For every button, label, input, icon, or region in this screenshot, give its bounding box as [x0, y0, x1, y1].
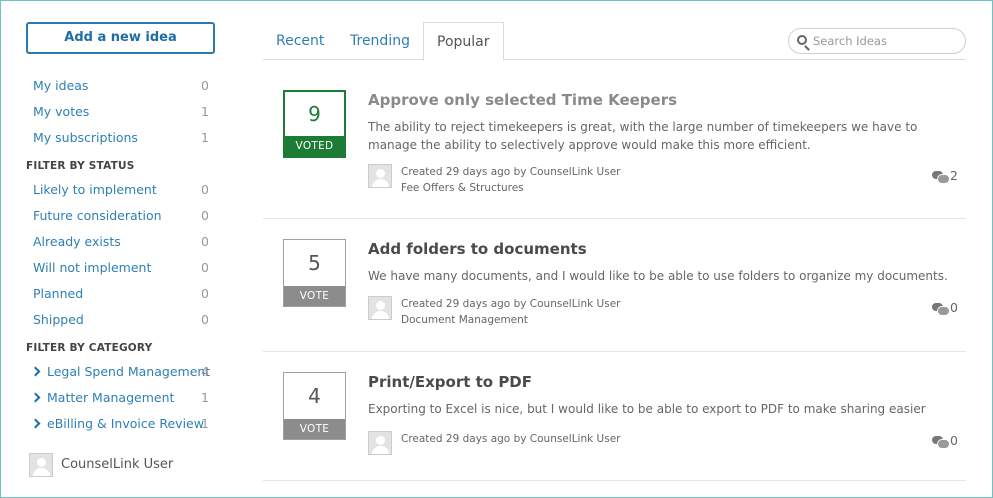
idea-created: Created 29 days ago by CounselLink User [401, 166, 621, 178]
idea-meta-text: Created 29 days ago by CounselLink User … [401, 296, 620, 328]
user-name: CounselLink User [61, 456, 174, 472]
status-label: Will not implement [33, 260, 152, 275]
idea-title[interactable]: Add folders to documents [368, 240, 587, 258]
idea-category[interactable]: Document Management [401, 312, 620, 328]
idea-description: We have many documents, and I would like… [368, 269, 948, 283]
vote-count: 5 [308, 251, 321, 275]
sidebar-item-label: My votes [33, 104, 90, 119]
idea-title[interactable]: Print/Export to PDF [368, 373, 532, 391]
category-count: 4 [201, 364, 209, 379]
idea-description: The ability to reject timekeepers is gre… [368, 120, 918, 152]
status-future-consideration[interactable]: Future consideration 0 [26, 203, 216, 229]
idea-meta-text: Created 29 days ago by CounselLink User [401, 431, 620, 447]
category-label: Matter Management [47, 390, 175, 405]
current-user[interactable]: CounselLink User [29, 452, 174, 477]
sidebar-item-label: My subscriptions [33, 130, 138, 145]
idea-meta-text: Created 29 days ago by CounselLink User … [401, 164, 620, 196]
status-label: Shipped [33, 312, 84, 327]
idea-item: 4 VOTE Print/Export to PDF Exporting to … [263, 352, 966, 481]
status-count: 0 [201, 260, 209, 275]
chevron-right-icon [30, 418, 41, 429]
category-label: Legal Spend Management [47, 364, 211, 379]
status-filters: Likely to implement 0 Future considerati… [26, 177, 216, 333]
comment-count-value: 2 [950, 168, 958, 183]
idea-created: Created 29 days ago by CounselLink User [401, 298, 621, 310]
vote-button[interactable]: 4 VOTE [283, 372, 346, 440]
sidebar-item-count: 0 [201, 78, 209, 93]
idea-item: 9 VOTED Approve only selected Time Keepe… [263, 60, 966, 219]
idea-category[interactable]: Fee Offers & Structures [401, 180, 620, 196]
status-count: 0 [201, 208, 209, 223]
status-count: 0 [201, 312, 209, 327]
comment-count-value: 0 [950, 433, 958, 448]
status-label: Planned [33, 286, 84, 301]
category-count: 1 [201, 390, 209, 405]
comment-count[interactable]: 0 [932, 300, 958, 316]
search-input[interactable] [813, 32, 959, 50]
chevron-right-icon [30, 392, 41, 403]
status-label: Likely to implement [33, 182, 157, 197]
comments-icon [932, 302, 951, 316]
tab-popular[interactable]: Popular [423, 22, 504, 61]
sidebar-item-my-ideas[interactable]: My ideas 0 [26, 73, 216, 99]
avatar [368, 431, 392, 455]
idea-title[interactable]: Approve only selected Time Keepers [368, 91, 677, 109]
status-count: 0 [201, 234, 209, 249]
comment-count[interactable]: 0 [932, 433, 958, 449]
sidebar-item-count: 1 [201, 104, 209, 119]
comments-icon [932, 170, 951, 184]
status-count: 0 [201, 182, 209, 197]
status-label: Future consideration [33, 208, 162, 223]
vote-label: VOTE [284, 286, 345, 306]
search-box[interactable] [788, 28, 966, 54]
status-filter-heading: FILTER BY STATUS [26, 160, 135, 172]
category-matter-management[interactable]: Matter Management 1 [26, 385, 216, 411]
category-filters: Legal Spend Management 4 Matter Manageme… [26, 359, 216, 437]
tab-bar: Recent Trending Popular [263, 22, 966, 61]
vote-count: 9 [308, 102, 321, 126]
idea-created: Created 29 days ago by CounselLink User [401, 433, 621, 445]
comments-icon [932, 435, 951, 449]
avatar [368, 164, 392, 188]
search-icon [797, 35, 807, 45]
comment-count[interactable]: 2 [932, 168, 958, 184]
sidebar: Add a new idea My ideas 0 My votes 1 My … [26, 22, 216, 437]
add-idea-button[interactable]: Add a new idea [26, 22, 215, 54]
sidebar-item-label: My ideas [33, 78, 89, 93]
sidebar-item-my-subscriptions[interactable]: My subscriptions 1 [26, 125, 216, 151]
status-likely-to-implement[interactable]: Likely to implement 0 [26, 177, 216, 203]
category-ebilling-invoice-review[interactable]: eBilling & Invoice Review 1 [26, 411, 216, 437]
vote-button[interactable]: 5 VOTE [283, 239, 346, 307]
vote-button[interactable]: 9 VOTED [283, 90, 346, 158]
vote-label: VOTED [285, 136, 344, 156]
tab-trending[interactable]: Trending [337, 22, 423, 60]
category-legal-spend-management[interactable]: Legal Spend Management 4 [26, 359, 216, 385]
vote-label: VOTE [284, 419, 345, 439]
category-label: eBilling & Invoice Review [47, 416, 204, 431]
status-label: Already exists [33, 234, 121, 249]
sidebar-item-count: 1 [201, 130, 209, 145]
idea-item: 5 VOTE Add folders to documents We have … [263, 219, 966, 352]
my-filters: My ideas 0 My votes 1 My subscriptions 1 [26, 73, 216, 151]
category-filter-heading: FILTER BY CATEGORY [26, 342, 153, 354]
avatar [368, 296, 392, 320]
status-shipped[interactable]: Shipped 0 [26, 307, 216, 333]
status-count: 0 [201, 286, 209, 301]
status-already-exists[interactable]: Already exists 0 [26, 229, 216, 255]
vote-count: 4 [308, 384, 321, 408]
status-planned[interactable]: Planned 0 [26, 281, 216, 307]
avatar [29, 452, 53, 477]
status-will-not-implement[interactable]: Will not implement 0 [26, 255, 216, 281]
chevron-right-icon [30, 366, 41, 377]
idea-description: Exporting to Excel is nice, but I would … [368, 402, 926, 416]
comment-count-value: 0 [950, 300, 958, 315]
sidebar-item-my-votes[interactable]: My votes 1 [26, 99, 216, 125]
tab-recent[interactable]: Recent [263, 22, 337, 60]
category-count: 1 [201, 416, 209, 431]
